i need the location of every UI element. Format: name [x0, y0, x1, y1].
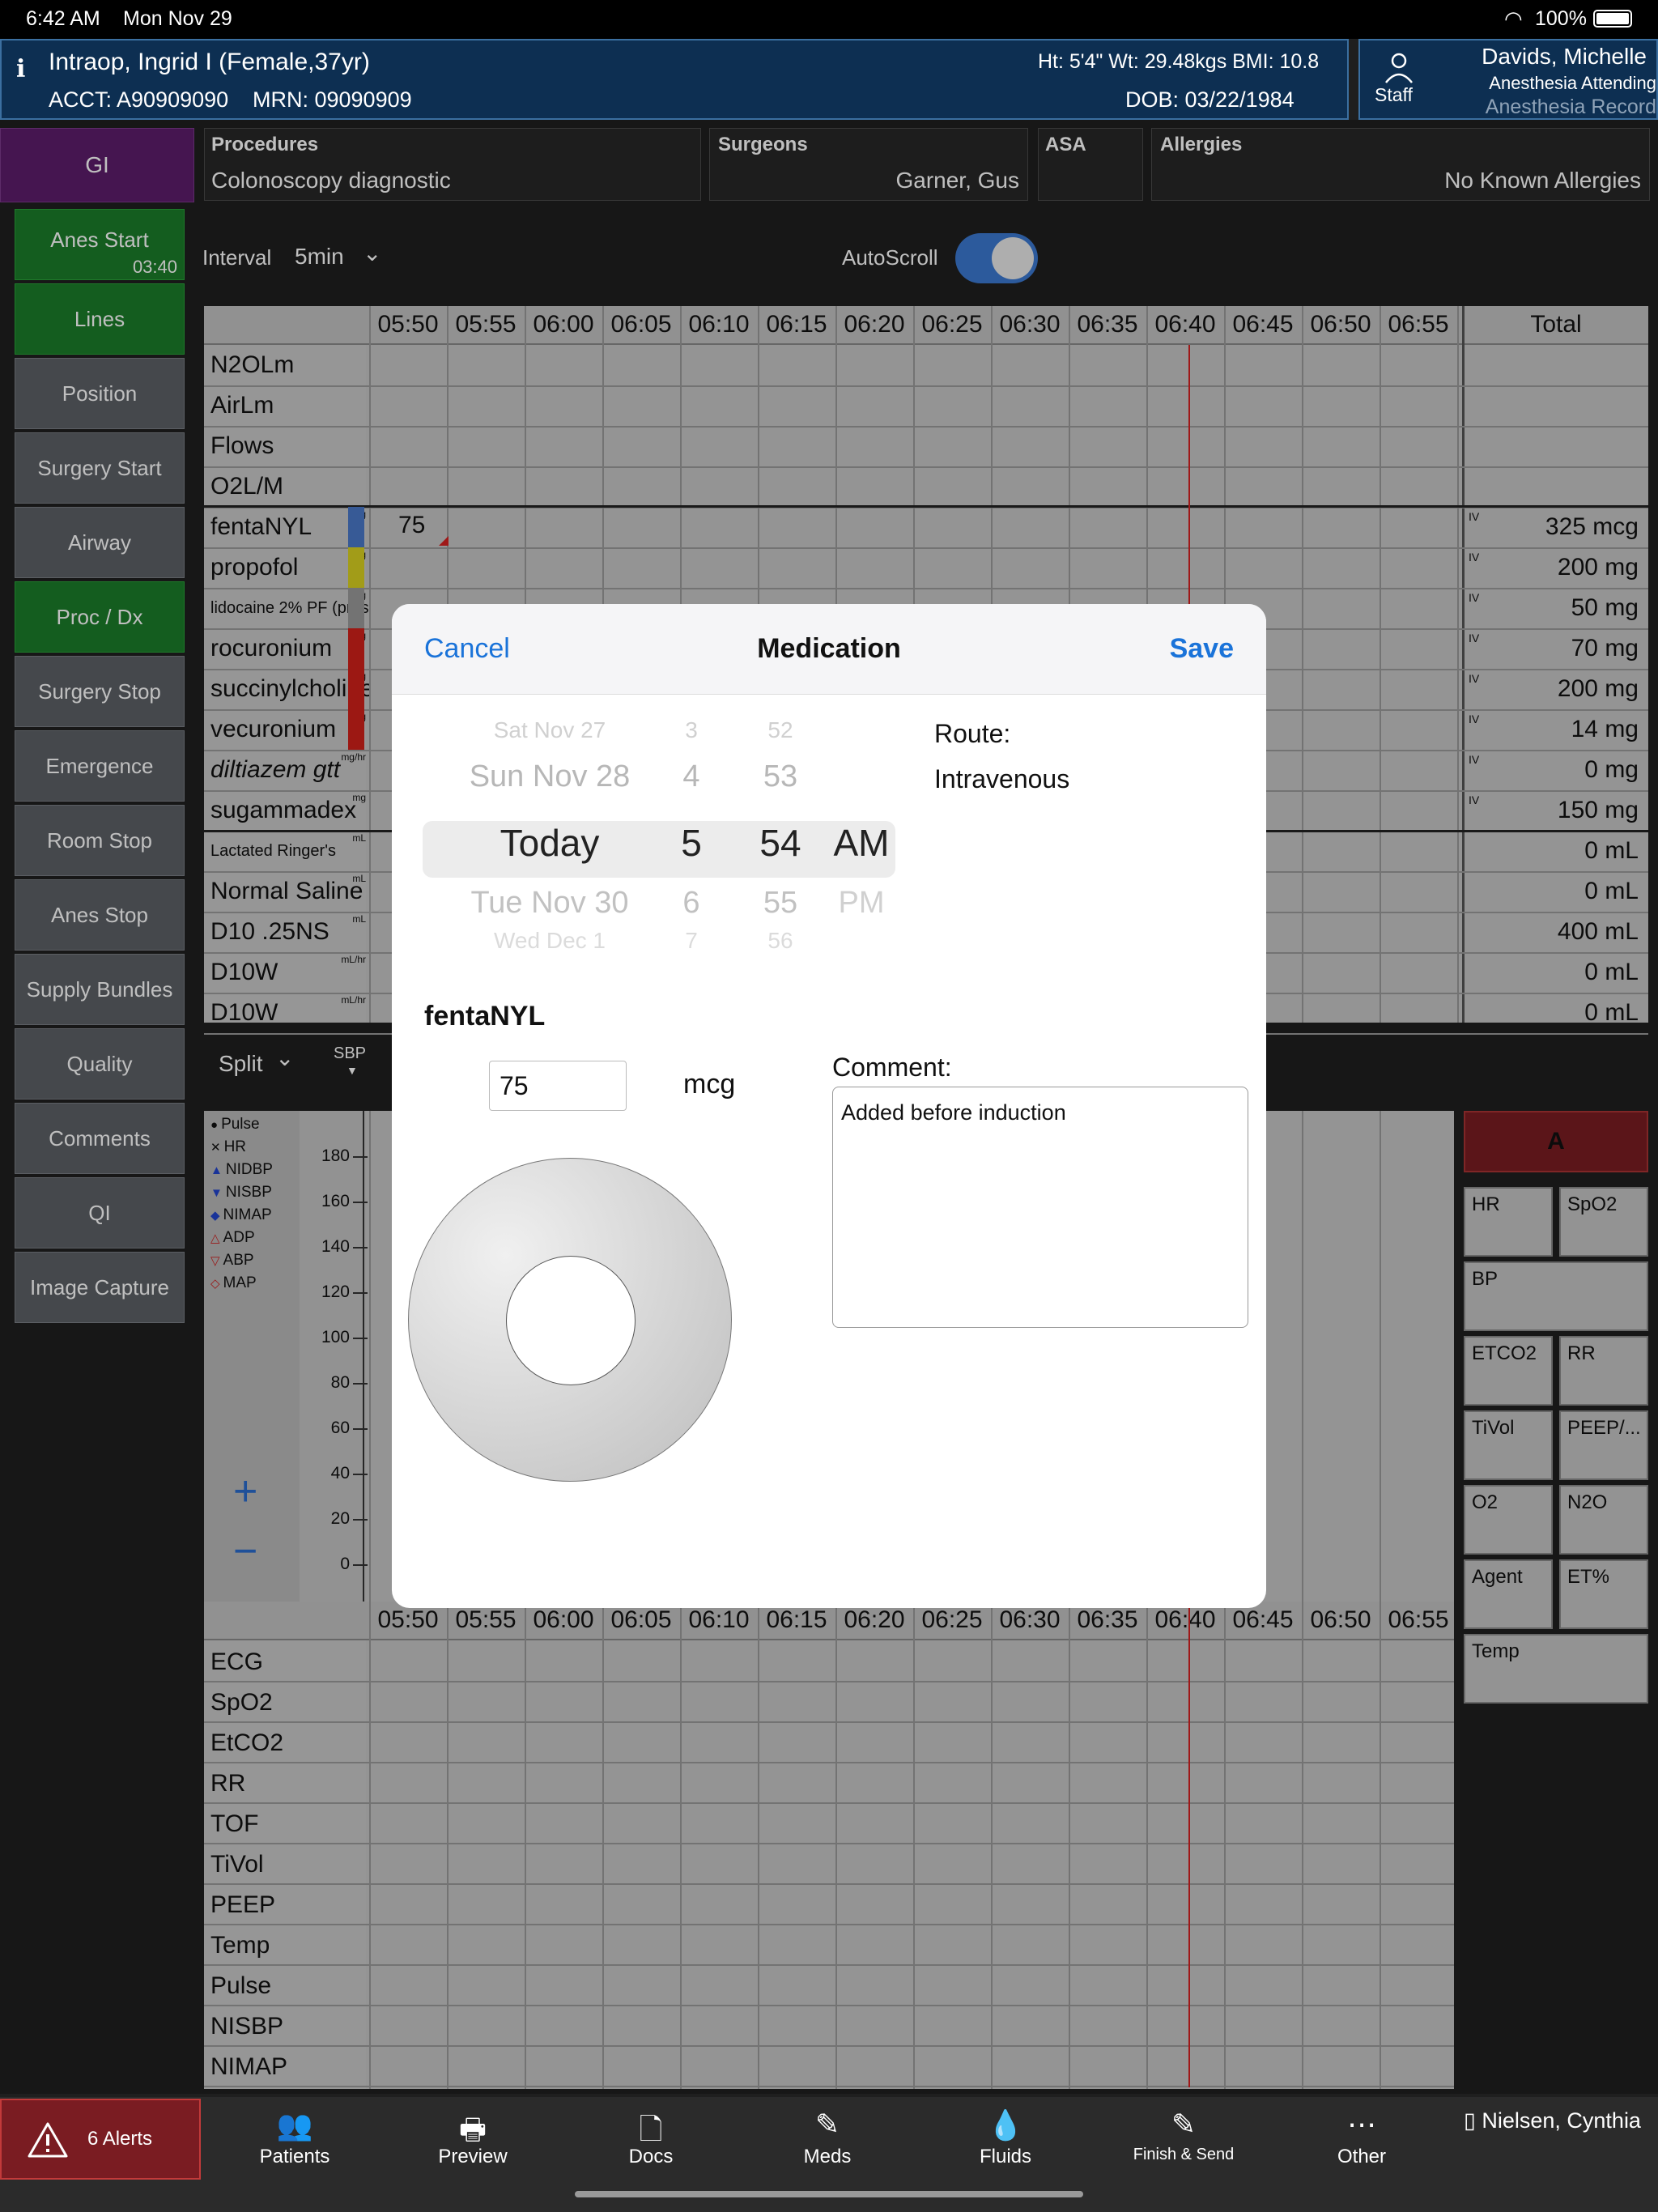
- patients-icon: 👥: [276, 2109, 313, 2142]
- dose-dial[interactable]: [408, 1158, 732, 1482]
- picker-am[interactable]: AM: [821, 821, 902, 865]
- picker-hour[interactable]: 6: [667, 886, 716, 921]
- alerts-button[interactable]: 6 Alerts: [0, 2099, 201, 2180]
- patient-banner[interactable]: i Intraop, Ingrid I (Female,37yr) ACCT: …: [0, 39, 1349, 120]
- picker-pm[interactable]: PM: [821, 886, 902, 921]
- person-icon: [1385, 53, 1413, 83]
- tab-finish-send[interactable]: ✎ Finish & Send: [1103, 2108, 1265, 2164]
- info-icon[interactable]: i: [16, 55, 25, 83]
- save-button[interactable]: Save: [1170, 633, 1234, 665]
- tab-label: Finish & Send: [1133, 2146, 1235, 2163]
- patient-acct: ACCT: A90909090: [49, 87, 229, 112]
- picker-minute[interactable]: 54: [748, 821, 813, 865]
- current-user[interactable]: ▯ Nielsen, Cynthia: [1464, 2108, 1641, 2133]
- tab-label: Docs: [628, 2146, 674, 2167]
- comment-field[interactable]: Added before induction: [832, 1087, 1248, 1328]
- medication-dialog: Cancel Medication Save Sat Nov 27 Sun Nov…: [392, 604, 1266, 1608]
- route-value[interactable]: Intravenous: [934, 764, 1069, 794]
- alerts-label: 6 Alerts: [87, 2128, 153, 2150]
- dose-input[interactable]: [489, 1061, 627, 1111]
- current-user-name: Nielsen, Cynthia: [1482, 2108, 1641, 2133]
- tab-preview[interactable]: 🖶 Preview: [392, 2108, 554, 2168]
- picker-minute[interactable]: 52: [748, 717, 813, 743]
- picker-hour[interactable]: 5: [667, 821, 716, 865]
- tab-docs[interactable]: 🗋 Docs: [570, 2108, 732, 2168]
- picker-hour[interactable]: 7: [667, 928, 716, 954]
- printer-icon: 🖶: [459, 2113, 487, 2146]
- dose-unit: mcg: [683, 1069, 736, 1100]
- battery-level: 100%: [1535, 7, 1587, 30]
- droplet-icon: 💧: [987, 2109, 1024, 2142]
- edit-icon: ✎: [1171, 2108, 1197, 2142]
- date-time-picker[interactable]: Sat Nov 27 Sun Nov 28 Today Tue Nov 30 Wed D…: [392, 695, 926, 954]
- picker-minute[interactable]: 53: [748, 759, 813, 794]
- tab-label: Other: [1337, 2146, 1387, 2167]
- staff-label: Staff: [1375, 84, 1413, 105]
- tab-other[interactable]: ⋯ Other: [1281, 2108, 1443, 2168]
- staff-role: Anesthesia Attending: [1489, 73, 1656, 93]
- record-type: Anesthesia Record: [1485, 96, 1656, 118]
- tab-label: Patients: [259, 2146, 330, 2167]
- picker-hour[interactable]: 3: [667, 717, 716, 743]
- picker-day[interactable]: Sun Nov 28: [440, 759, 659, 794]
- picker-day[interactable]: Tue Nov 30: [440, 886, 659, 921]
- id-badge-icon: ▯: [1464, 2108, 1482, 2133]
- wifi-icon: ◠: [1504, 6, 1523, 31]
- status-time: 6:42 AM: [26, 7, 100, 30]
- tab-label: Meds: [803, 2146, 852, 2167]
- tab-meds[interactable]: ✎ Meds: [746, 2108, 908, 2168]
- patient-name: Intraop, Ingrid I (Female,37yr): [49, 49, 370, 75]
- route-label: Route:: [934, 719, 1011, 748]
- patient-dob: DOB: 03/22/1984: [1125, 87, 1295, 112]
- picker-minute[interactable]: 55: [748, 886, 813, 921]
- tab-fluids[interactable]: 💧 Fluids: [925, 2108, 1086, 2168]
- picker-day[interactable]: Today: [440, 821, 659, 865]
- picker-day[interactable]: Wed Dec 1: [440, 928, 659, 954]
- tab-patients[interactable]: 👥 Patients: [214, 2108, 376, 2168]
- tab-label: Fluids: [979, 2146, 1032, 2167]
- tab-label: Preview: [438, 2146, 508, 2167]
- picker-hour[interactable]: 4: [667, 759, 716, 794]
- patient-mrn: MRN: 09090909: [253, 87, 412, 112]
- status-bar: 6:42 AM Mon Nov 29 ◠ 100%: [0, 0, 1658, 39]
- patient-vitals: Ht: 5'4" Wt: 29.48kgs BMI: 10.8: [1038, 50, 1320, 73]
- staff-tile[interactable]: Staff Davids, Michelle Anesthesia Attend…: [1358, 39, 1658, 120]
- staff-name: Davids, Michelle: [1482, 44, 1647, 69]
- warning-icon: [28, 2122, 68, 2158]
- home-indicator: [575, 2191, 1083, 2197]
- drug-name: fentaNYL: [424, 1001, 546, 1032]
- syringe-icon: ✎: [814, 2108, 840, 2142]
- comment-label: Comment:: [832, 1053, 952, 1082]
- picker-day[interactable]: Sat Nov 27: [440, 717, 659, 743]
- more-icon: ⋯: [1347, 2108, 1376, 2142]
- dialog-title: Medication: [757, 633, 901, 664]
- document-icon: 🗋: [639, 2113, 663, 2146]
- battery-icon: [1593, 10, 1632, 28]
- status-date: Mon Nov 29: [123, 7, 232, 30]
- picker-minute[interactable]: 56: [748, 928, 813, 954]
